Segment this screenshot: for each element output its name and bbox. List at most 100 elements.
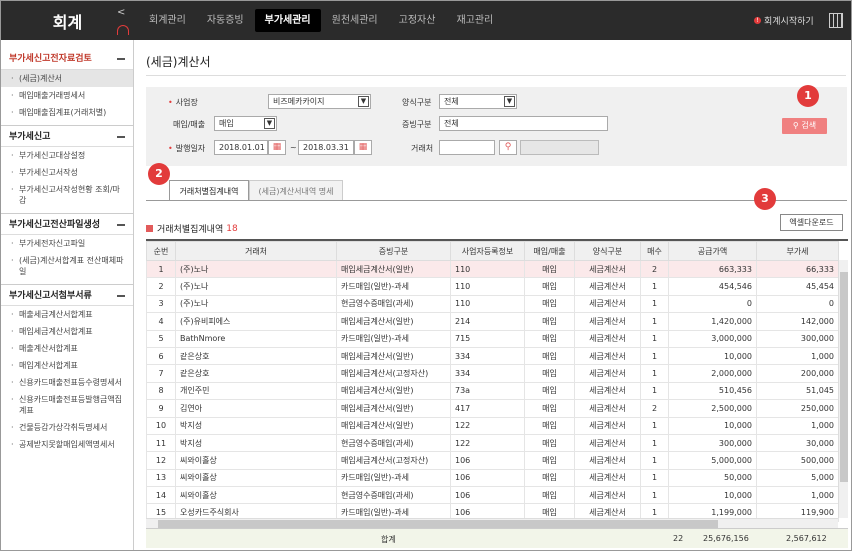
table-cell: 2 bbox=[640, 399, 669, 418]
minus-icon[interactable] bbox=[117, 295, 125, 297]
table-cell: 세금계산서 bbox=[574, 294, 641, 314]
tab-partner-summary[interactable]: 거래처별집계내역 bbox=[169, 180, 249, 201]
partner-name-readonly bbox=[520, 140, 599, 155]
sidebar-item-2-1[interactable]: (세금)계산서합계표 전산매체파일 bbox=[1, 252, 133, 280]
nav-item-0[interactable]: 회계관리 bbox=[139, 9, 196, 32]
evidence-input[interactable]: 전체 bbox=[439, 116, 608, 131]
app-title: 회계 bbox=[52, 12, 83, 32]
nav-item-3[interactable]: 원천세관리 bbox=[322, 9, 388, 32]
trade-type-select[interactable]: 매입 ▼ bbox=[214, 116, 277, 131]
table-cell: 214 bbox=[450, 312, 525, 331]
table-cell: 1 bbox=[640, 451, 669, 470]
sidebar-item-3-7[interactable]: 공제받지못할매입세액명세서 bbox=[1, 436, 133, 453]
form-type-select[interactable]: 전체 ▼ bbox=[439, 94, 517, 109]
headset-icon[interactable] bbox=[117, 25, 129, 35]
sidebar-item-0-2[interactable]: 매입매출집계표(거래처별) bbox=[1, 104, 133, 121]
calendar-icon[interactable]: ▦ bbox=[354, 140, 372, 155]
table-cell: 1 bbox=[640, 346, 669, 366]
minus-icon[interactable] bbox=[117, 136, 125, 138]
calendar-icon[interactable]: ▦ bbox=[268, 140, 286, 155]
sidebar-item-3-4[interactable]: 신용카드매출전표등수령명세서 bbox=[1, 374, 133, 391]
excel-download-button[interactable]: 엑셀다운로드 bbox=[780, 214, 843, 231]
minus-icon[interactable] bbox=[117, 58, 125, 60]
vertical-scrollbar[interactable] bbox=[838, 260, 848, 518]
scroll-thumb[interactable] bbox=[158, 520, 718, 528]
table-row[interactable]: 11 박지성 현금영수증매입(과세) 122 매입 세금계산서 1 300,000 30,000 bbox=[146, 433, 839, 453]
sidebar-item-2-0[interactable]: 부가세전자신고파일 bbox=[1, 235, 133, 252]
table-cell: 10,000 bbox=[668, 486, 757, 505]
table-row[interactable]: 12 씨와이홀상 매입세금계산서(고정자산) 106 매입 세금계산서 1 5,000,000… bbox=[146, 451, 839, 470]
column-header-5[interactable]: 양식구분 bbox=[574, 241, 641, 261]
table-row[interactable]: 3 (주)노나 현금영수증매입(과세) 110 매입 세금계산서 1 0 0 bbox=[146, 294, 839, 314]
calculator-icon[interactable] bbox=[829, 13, 843, 28]
table-cell: (주)노나 bbox=[175, 277, 337, 296]
date-to-input[interactable]: 2018.03.31 bbox=[298, 140, 354, 155]
scroll-thumb[interactable] bbox=[840, 272, 848, 482]
table-cell: 매입 bbox=[524, 364, 575, 383]
sidebar-section-3[interactable]: 부가세신고서첨부서류 bbox=[1, 284, 133, 306]
top-bar: 회계 < 회계관리 자동증빙 부가세관리 원천세관리 고정자산 재고관리 ! 회계시작하기 bbox=[1, 1, 851, 40]
table-cell: (주)노나 bbox=[175, 294, 337, 314]
search-button[interactable]: ⚲ 검색 bbox=[782, 118, 827, 134]
table-cell: 매입 bbox=[524, 294, 575, 314]
nav-item-4[interactable]: 고정자산 bbox=[389, 9, 446, 32]
date-from-input[interactable]: 2018.01.01 bbox=[214, 140, 268, 155]
nav-item-1[interactable]: 자동증빙 bbox=[197, 9, 254, 32]
horizontal-scrollbar[interactable] bbox=[146, 518, 838, 528]
sidebar-item-3-2[interactable]: 매출계산서합계표 bbox=[1, 340, 133, 357]
sidebar-item-0-0[interactable]: (세금)계산서 bbox=[1, 70, 133, 87]
summary-table: 순번 거래처 증빙구분 사업자등록정보 매입/매출 양식구분 매수 공급가액 부가세 1 (주)노… bbox=[146, 239, 848, 550]
table-row[interactable]: 1 (주)노나 매입세금계산서(일반) 110 매입 세금계산서 2 663,333 66,33… bbox=[146, 259, 839, 279]
table-row[interactable]: 10 박지성 매입세금계산서(일반) 122 매입 세금계산서 1 10,000 1,000 bbox=[146, 416, 839, 435]
search-icon[interactable]: ⚲ bbox=[499, 140, 517, 155]
sidebar-item-1-0[interactable]: 부가세신고대상설정 bbox=[1, 147, 133, 164]
column-header-2[interactable]: 증빙구분 bbox=[336, 241, 451, 261]
tab-invoice-detail[interactable]: (세금)계산서내역 명세 bbox=[249, 180, 343, 201]
column-header-0[interactable]: 순번 bbox=[146, 241, 176, 261]
business-select[interactable]: 비즈메카카이지 ▼ bbox=[268, 94, 371, 109]
table-cell: 매입 bbox=[524, 346, 575, 366]
table-cell: 세금계산서 bbox=[574, 433, 641, 453]
sidebar-item-3-0[interactable]: 매출세금계산서합계표 bbox=[1, 306, 133, 323]
sidebar-item-1-1[interactable]: 부가세신고서작성 bbox=[1, 164, 133, 181]
minus-icon[interactable] bbox=[117, 224, 125, 226]
chevron-down-icon: ▼ bbox=[358, 96, 369, 107]
table-row[interactable]: 13 씨와이홀상 카드매입(일반)-과세 106 매입 세금계산서 1 50,000 5,000 bbox=[146, 468, 839, 488]
table-row[interactable]: 9 김연아 매입세금계산서(일반) 417 매입 세금계산서 2 2,500,000 250,0… bbox=[146, 399, 839, 418]
column-header-8[interactable]: 부가세 bbox=[756, 241, 839, 261]
nav-item-2[interactable]: 부가세관리 bbox=[254, 9, 321, 32]
table-row[interactable]: 7 같은상호 매입세금계산서(고정자산) 334 매입 세금계산서 1 2,000,000 20… bbox=[146, 364, 839, 383]
table-cell: 10 bbox=[146, 416, 176, 435]
sidebar-item-3-5[interactable]: 신용카드매출전표등발행금액집계표 bbox=[1, 391, 133, 419]
table-cell: 4 bbox=[146, 312, 176, 331]
table-row[interactable]: 8 개인주민 매입세금계산서(일반) 73a 매입 세금계산서 1 510,456 51,045 bbox=[146, 381, 839, 401]
table-row[interactable]: 2 (주)노나 카드매입(일반)-과세 110 매입 세금계산서 1 454,546 45,45… bbox=[146, 277, 839, 296]
table-cell: 715 bbox=[450, 329, 525, 348]
column-header-1[interactable]: 거래처 bbox=[175, 241, 337, 261]
column-header-4[interactable]: 매입/매출 bbox=[524, 241, 575, 261]
table-cell: 3 bbox=[146, 294, 176, 314]
sidebar-item-3-6[interactable]: 건물등감가상각취득명세서 bbox=[1, 419, 133, 436]
sidebar-section-0[interactable]: 부가세신고전자료검토 bbox=[1, 48, 133, 70]
table-row[interactable]: 6 같은상호 매입세금계산서(일반) 334 매입 세금계산서 1 10,000 1,000 bbox=[146, 346, 839, 366]
sidebar-item-3-1[interactable]: 매입세금계산서합계표 bbox=[1, 323, 133, 340]
sidebar-item-1-2[interactable]: 부가세신고서작성현황 조회/마감 bbox=[1, 181, 133, 209]
column-header-3[interactable]: 사업자등록정보 bbox=[450, 241, 525, 261]
start-help-link[interactable]: ! 회계시작하기 bbox=[754, 14, 814, 27]
table-cell: 현금영수증매입(과세) bbox=[336, 433, 451, 453]
sidebar-section-2[interactable]: 부가세신고전산파일생성 bbox=[1, 213, 133, 235]
start-help-label: 회계시작하기 bbox=[764, 17, 814, 27]
table-row[interactable]: 14 씨와이홀상 현금영수증매입(과세) 106 매입 세금계산서 1 10,000 1,000 bbox=[146, 486, 839, 505]
partner-input[interactable] bbox=[439, 140, 495, 155]
table-cell: 개인주민 bbox=[175, 381, 337, 401]
nav-item-5[interactable]: 재고관리 bbox=[446, 9, 503, 32]
sidebar-section-1[interactable]: 부가세신고 bbox=[1, 125, 133, 147]
collapse-sidebar-icon[interactable]: < bbox=[117, 7, 125, 18]
sidebar-item-3-3[interactable]: 매입계산서합계표 bbox=[1, 357, 133, 374]
table-row[interactable]: 5 BathNmore 카드매입(일반)-과세 715 매입 세금계산서 1 3,000,00… bbox=[146, 329, 839, 348]
table-row[interactable]: 4 (주)유비피에스 매입세금계산서(일반) 214 매입 세금계산서 1 1,420,000… bbox=[146, 312, 839, 331]
column-header-7[interactable]: 공급가액 bbox=[668, 241, 757, 261]
column-header-6[interactable]: 매수 bbox=[640, 241, 669, 261]
table-cell: 세금계산서 bbox=[574, 486, 641, 505]
sidebar-item-0-1[interactable]: 매입매출거래명세서 bbox=[1, 87, 133, 104]
